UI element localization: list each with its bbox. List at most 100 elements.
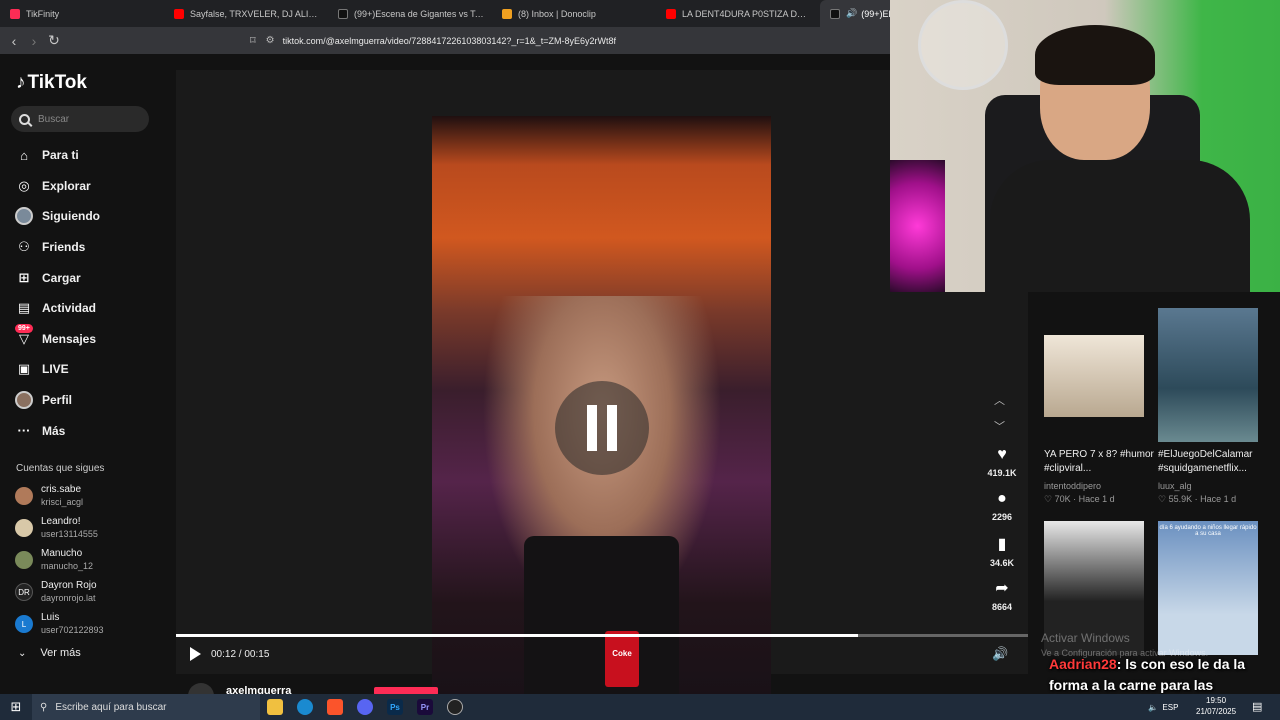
- heart-icon: ♡: [1044, 494, 1055, 504]
- followed-account[interactable]: DR Dayron Rojo dayronrojo.lat: [15, 580, 97, 604]
- discord-icon[interactable]: [350, 694, 380, 720]
- tab-title: (8) Inbox | Donoclip: [518, 8, 596, 19]
- url-field[interactable]: ⌑ ⚙ tiktok.com/@axelmguerra/video/728841…: [240, 30, 900, 51]
- followed-account[interactable]: Leandro! user13114555: [15, 516, 98, 540]
- comment-button[interactable]: ● 2296: [982, 490, 1022, 522]
- sidebar-item-label: Mensajes: [42, 331, 97, 346]
- tab-youtube-music[interactable]: Sayfalse, TRXVELER, DJ ALIM - DARE: [164, 0, 328, 27]
- volume-tray-icon[interactable]: 🔈: [1148, 703, 1158, 712]
- sidebar-item-label: Cargar: [42, 270, 81, 285]
- account-name: Leandro!: [41, 516, 81, 527]
- comment-count: 2296: [991, 512, 1013, 522]
- search-placeholder: Buscar: [38, 113, 70, 125]
- sidebar-item-explorar[interactable]: ◎ Explorar: [15, 171, 165, 202]
- screen: TikFinity Sayfalse, TRXVELER, DJ ALIM - …: [0, 0, 1280, 720]
- avatar: DR: [15, 583, 33, 601]
- video-title[interactable]: #ElJuegoDelCalamar #squidgamenetflix...: [1158, 448, 1268, 476]
- donoclip-icon: [502, 8, 512, 19]
- webcam-overlay: [890, 0, 1280, 292]
- save-button[interactable]: ▮ 34.6K: [982, 534, 1022, 568]
- taskbar-search[interactable]: ⚲ Escribe aquí para buscar: [32, 694, 260, 720]
- logo-text: TikTok: [27, 72, 87, 93]
- clock-date: 21/07/2025: [1196, 707, 1237, 716]
- more-icon: ···: [17, 423, 31, 439]
- bookmark-icon[interactable]: ⌑: [250, 34, 256, 47]
- sidebar-item-perfil[interactable]: Perfil: [15, 385, 165, 416]
- like-button[interactable]: ♥ 419.1K: [982, 446, 1022, 478]
- sidebar-item-friends[interactable]: ⚇ Friends: [15, 232, 165, 263]
- speaker-icon: 🔊: [846, 8, 858, 18]
- sidebar-item-live[interactable]: ▣ LIVE: [15, 354, 165, 385]
- heart-icon: ♡: [1158, 494, 1169, 504]
- video-thumbnail[interactable]: día 6 ayudando a niños llegar rápido a s…: [1158, 521, 1258, 655]
- bookmark-icon: ▮: [997, 536, 1007, 553]
- share-icon: ➦: [995, 580, 1009, 597]
- video-thumbnail[interactable]: [1044, 335, 1144, 417]
- sidebar-menu: ⌂ Para ti ◎ Explorar Siguiendo ⚇ Friends ⊞ C…: [15, 140, 165, 446]
- account-handle: user13114555: [41, 529, 98, 539]
- premiere-icon[interactable]: Pr: [410, 694, 440, 720]
- share-button[interactable]: ➦ 8664: [982, 578, 1022, 612]
- site-settings-icon[interactable]: ⚙: [266, 35, 275, 46]
- tab-tikfinity[interactable]: TikFinity: [0, 0, 164, 27]
- brave-icon[interactable]: [320, 694, 350, 720]
- play-icon[interactable]: [190, 647, 201, 661]
- url-text: tiktok.com/@axelmguerra/video/7288417226…: [282, 35, 616, 46]
- friends-icon: ⚇: [18, 239, 30, 255]
- tab-title: TikFinity: [26, 8, 60, 19]
- video-author[interactable]: luux_alg: [1158, 481, 1192, 491]
- video-title[interactable]: YA PERO 7 x 8? #humor #clipviral...: [1044, 448, 1154, 476]
- tiktok-logo[interactable]: ♪ TikTok: [16, 72, 87, 94]
- tab-tiktok-gigantes[interactable]: (99+)Escena de Gigantes vs Tony Jaa: [328, 0, 492, 27]
- windows-activation-title: Activar Windows: [1041, 631, 1130, 645]
- chevron-down-icon: ⌄: [18, 647, 27, 659]
- pause-button[interactable]: [555, 381, 649, 475]
- photoshop-icon[interactable]: Ps: [380, 694, 410, 720]
- followed-account[interactable]: Manucho manucho_12: [15, 548, 93, 572]
- obs-icon[interactable]: [440, 694, 470, 720]
- windows-start-icon[interactable]: ⊞: [0, 699, 32, 715]
- followed-account[interactable]: cris.sabe krisci_acgl: [15, 484, 83, 508]
- heart-icon: ♥: [997, 446, 1007, 463]
- taskbar-clock[interactable]: 19:50 21/07/2025: [1196, 695, 1236, 717]
- clock-time: 19:50: [1206, 696, 1227, 705]
- search-input[interactable]: Buscar: [11, 106, 149, 132]
- tab-donoclip[interactable]: (8) Inbox | Donoclip: [492, 0, 656, 27]
- home-icon: ⌂: [20, 147, 28, 163]
- edge-icon[interactable]: [290, 694, 320, 720]
- like-count: 419.1K: [987, 468, 1017, 478]
- comment-icon: ●: [997, 490, 1007, 507]
- back-icon[interactable]: ‹: [4, 33, 24, 49]
- video-stats: ♡ 70K · Hace 1 d: [1044, 494, 1115, 504]
- video-author[interactable]: intentoddipero: [1044, 481, 1101, 491]
- see-more-button[interactable]: ⌄ Ver más: [18, 647, 81, 659]
- streamer-shirt: [990, 160, 1250, 292]
- video-thumbnail[interactable]: [1158, 308, 1258, 442]
- followed-account[interactable]: L Luis user702122893: [15, 612, 104, 636]
- video-progress-bar[interactable]: [176, 634, 1028, 637]
- see-more-label: Ver más: [40, 647, 81, 659]
- video-stats: ♡ 55.9K · Hace 1 d: [1158, 494, 1237, 504]
- input-language[interactable]: ESP: [1162, 703, 1178, 712]
- tab-youtube-abuela[interactable]: LA DENT4DURA P0STIZA DE LA ABUE: [656, 0, 820, 27]
- tab-title: LA DENT4DURA P0STIZA DE LA ABUE: [682, 8, 812, 19]
- sidebar-item-mensajes[interactable]: ▽ 99+ Mensajes: [15, 323, 165, 355]
- profile-avatar: [15, 391, 33, 410]
- tiktok-icon: [830, 8, 840, 19]
- sidebar-item-actividad[interactable]: ▤ Actividad: [15, 293, 165, 324]
- next-video-icon[interactable]: ﹀: [994, 418, 1005, 434]
- notification-icon[interactable]: ▤: [1252, 700, 1262, 713]
- forward-icon[interactable]: ›: [24, 33, 44, 49]
- sidebar-item-label: Friends: [42, 240, 86, 255]
- sidebar-item-siguiendo[interactable]: Siguiendo: [15, 201, 165, 232]
- account-name: Dayron Rojo: [41, 580, 97, 591]
- sidebar-item-label: Más: [42, 423, 66, 438]
- volume-icon[interactable]: 🔊: [992, 646, 1008, 662]
- reload-icon[interactable]: ↻: [44, 32, 64, 49]
- sidebar-item-cargar[interactable]: ⊞ Cargar: [15, 262, 165, 293]
- previous-video-icon[interactable]: ︿: [994, 392, 1005, 408]
- sidebar-item-para-ti[interactable]: ⌂ Para ti: [15, 140, 165, 171]
- file-explorer-icon[interactable]: [260, 694, 290, 720]
- sidebar-item-mas[interactable]: ··· Más: [15, 415, 165, 446]
- view-count: 70K: [1054, 494, 1071, 504]
